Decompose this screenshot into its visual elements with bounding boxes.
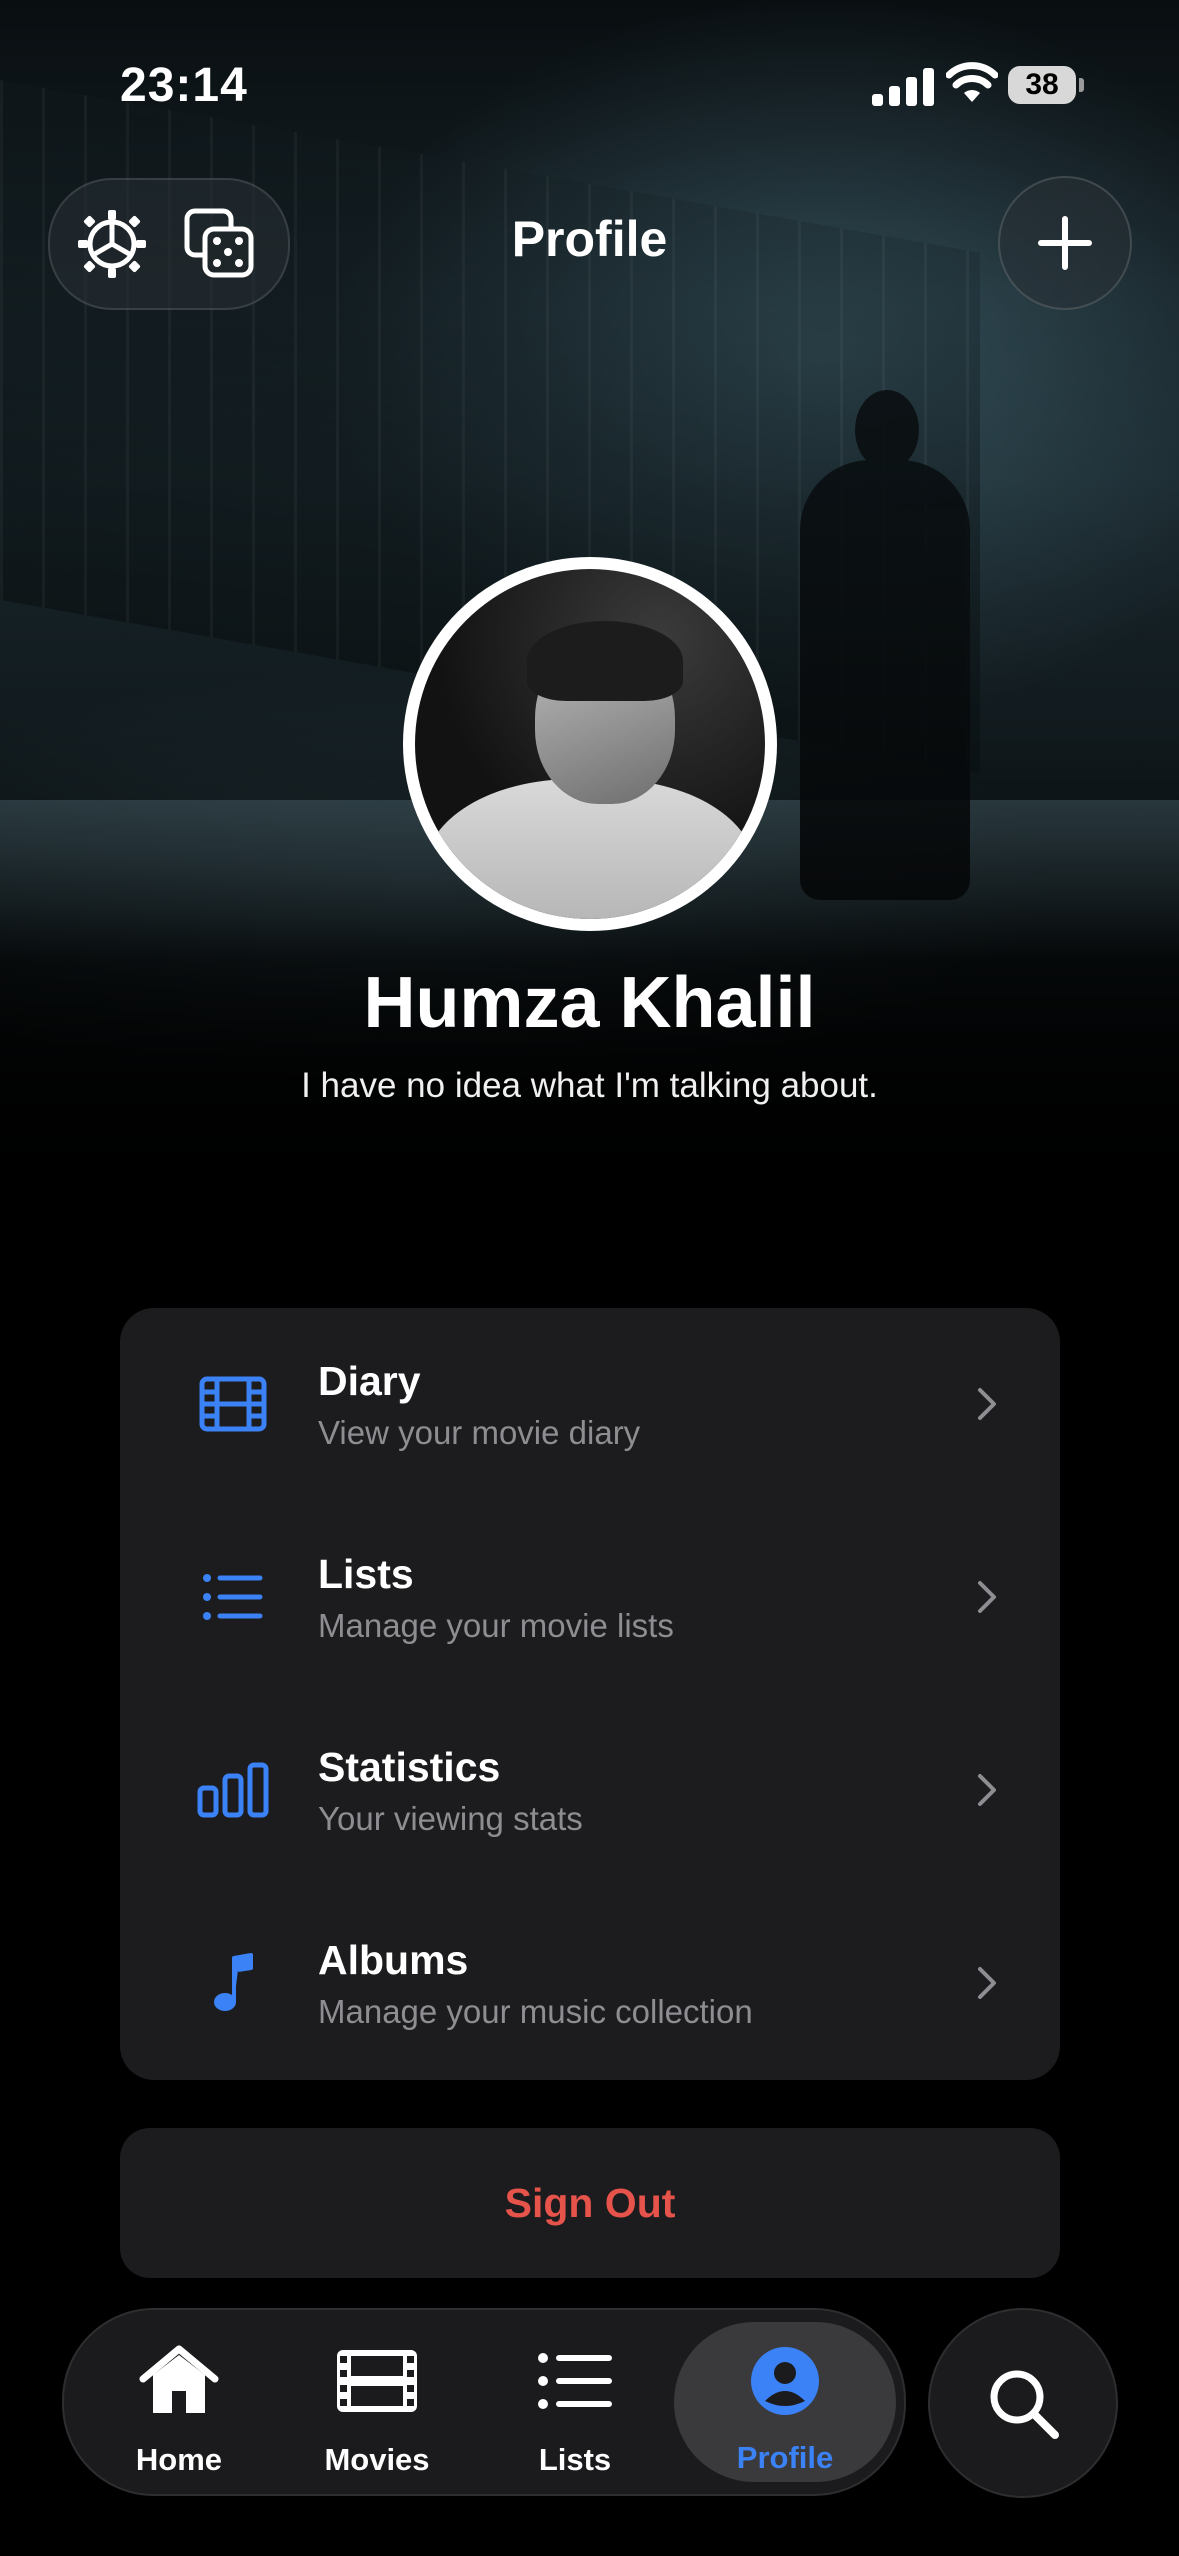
tab-label: Movies <box>324 2442 430 2477</box>
sign-out-button[interactable]: Sign Out <box>120 2128 1060 2278</box>
chevron-right-icon <box>978 1967 996 1999</box>
menu-item-subtitle: Manage your movie lists <box>318 1607 674 1644</box>
home-icon <box>139 2345 219 2413</box>
add-button[interactable] <box>998 176 1132 310</box>
tab-bar: Home Movies Lists Profile <box>62 2308 906 2496</box>
list-icon <box>538 2353 612 2409</box>
menu-item-subtitle: View your movie diary <box>318 1414 641 1451</box>
list-icon <box>203 1574 263 1620</box>
avatar-photo <box>415 569 765 919</box>
plus-icon <box>1038 216 1092 270</box>
tab-movies[interactable]: Movies <box>282 2310 472 2494</box>
menu-item-title: Lists <box>318 1551 414 1597</box>
tab-home[interactable]: Home <box>84 2310 274 2494</box>
search-icon <box>990 2370 1059 2439</box>
film-strip-icon <box>337 2350 417 2412</box>
menu-item-diary[interactable]: Diary View your movie diary <box>120 1308 1060 1501</box>
status-time: 23:14 <box>120 59 248 112</box>
chevron-right-icon <box>978 1774 996 1806</box>
menu-item-statistics[interactable]: Statistics Your viewing stats <box>120 1694 1060 1887</box>
menu-item-title: Statistics <box>318 1744 501 1790</box>
status-bar: 23:14 38 <box>0 0 1179 170</box>
film-icon <box>199 1376 267 1432</box>
cellular-signal-icon <box>872 68 936 106</box>
tab-profile[interactable]: Profile <box>674 2322 896 2482</box>
backdrop-figure <box>800 390 970 900</box>
search-button[interactable] <box>928 2308 1118 2498</box>
menu-item-lists[interactable]: Lists Manage your movie lists <box>120 1501 1060 1694</box>
profile-name: Humza Khalil <box>363 963 816 1043</box>
menu-item-title: Diary <box>318 1358 421 1404</box>
profile-bio: I have no idea what I'm talking about. <box>301 1066 878 1105</box>
bar-chart-icon <box>197 1762 269 1818</box>
tab-label: Profile <box>736 2440 834 2475</box>
menu-item-subtitle: Manage your music collection <box>318 1993 753 2030</box>
wifi-icon <box>946 62 998 102</box>
tab-label: Lists <box>538 2442 612 2477</box>
chevron-right-icon <box>978 1388 996 1420</box>
battery-icon: 38 <box>1008 66 1084 104</box>
profile-menu-card: Diary View your movie diary Lists Manage… <box>120 1308 1060 2080</box>
menu-item-title: Albums <box>318 1937 469 1983</box>
person-icon <box>751 2347 819 2415</box>
avatar[interactable] <box>403 557 777 931</box>
tab-lists[interactable]: Lists <box>480 2310 670 2494</box>
tab-label: Home <box>135 2442 223 2477</box>
menu-item-subtitle: Your viewing stats <box>318 1800 583 1837</box>
music-note-icon <box>214 1953 253 2011</box>
chevron-right-icon <box>978 1581 996 1613</box>
menu-item-albums[interactable]: Albums Manage your music collection <box>120 1887 1060 2080</box>
